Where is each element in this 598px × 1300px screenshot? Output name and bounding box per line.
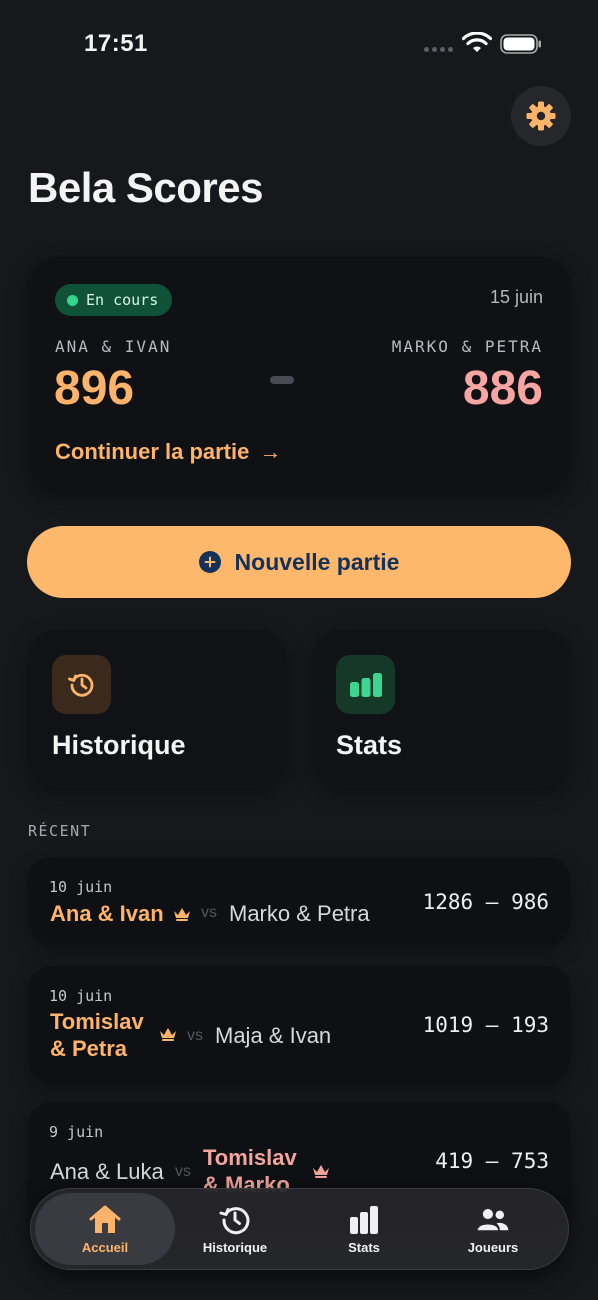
- loser-team: Ana & Luka: [50, 1159, 164, 1184]
- new-game-button[interactable]: Nouvelle partie: [27, 526, 571, 598]
- gear-icon: [526, 101, 556, 131]
- game-score: 1286 — 986: [422, 890, 549, 914]
- tab-history-label: Historique: [202, 1239, 268, 1255]
- tab-players-label: Joueurs: [467, 1239, 519, 1255]
- loser-team: Maja & Ivan: [215, 1023, 332, 1048]
- players-icon: [477, 1208, 509, 1230]
- team-right-score: 886: [462, 362, 543, 415]
- stats-tile-icon-box: [336, 655, 395, 714]
- history-icon: [219, 1206, 250, 1234]
- winner-team-line2: & Petra: [50, 1036, 128, 1061]
- continue-game-label: Continuer la partie: [55, 439, 250, 464]
- tab-stats[interactable]: Stats: [294, 1193, 434, 1265]
- page-title: Bela Scores: [28, 164, 263, 211]
- status-bar: 17:51: [0, 0, 598, 90]
- bar-chart-icon: [349, 672, 382, 697]
- wifi-icon: [462, 32, 492, 52]
- tab-bar: Accueil Historique Stats Joueurs: [30, 1188, 569, 1270]
- winner-team: Tomislav & Petra: [50, 1008, 144, 1062]
- recent-game-row[interactable]: 10 juin Tomislav & Petra vs Maja & Ivan …: [28, 966, 571, 1082]
- game-score: 419 — 753: [435, 1149, 549, 1173]
- home-icon: [89, 1205, 121, 1233]
- cellular-signal-icon: [424, 47, 453, 52]
- status-dot-icon: [67, 294, 78, 306]
- loser-team: Marko & Petra: [229, 901, 370, 926]
- current-game-card[interactable]: En cours 15 juin ANA & IVAN MARKO & PETR…: [28, 257, 571, 491]
- winner-team-line1: Tomislav: [203, 1145, 297, 1170]
- status-badge: En cours: [55, 284, 173, 316]
- history-tile-icon-box: [52, 655, 111, 714]
- team-left-name: ANA & IVAN: [55, 337, 172, 356]
- tab-history[interactable]: Historique: [165, 1193, 305, 1265]
- tab-stats-label: Stats: [348, 1239, 380, 1255]
- recent-section-title: RÉCENT: [28, 822, 92, 840]
- tab-home-label: Accueil: [81, 1239, 129, 1255]
- battery-icon: [500, 34, 541, 54]
- vs-label: vs: [175, 1163, 191, 1180]
- stats-tile-label: Stats: [336, 730, 403, 760]
- stats-icon: [350, 1205, 378, 1234]
- winner-team: Ana & Ivan: [50, 901, 164, 926]
- plus-circle-icon: [198, 551, 221, 573]
- team-right-name: MARKO & PETRA: [391, 337, 543, 356]
- game-date: 10 juin: [49, 878, 113, 896]
- new-game-label: Nouvelle partie: [234, 548, 400, 575]
- tab-home[interactable]: Accueil: [35, 1193, 175, 1265]
- crown-icon: [313, 1165, 329, 1178]
- vs-label: vs: [187, 1027, 203, 1044]
- vs-label: vs: [201, 904, 217, 921]
- continue-game-link[interactable]: Continuer la partie →: [55, 439, 281, 465]
- team-left-score: 896: [54, 362, 135, 415]
- game-score: 1019 — 193: [422, 1013, 549, 1037]
- arrow-right-icon: →: [259, 439, 282, 464]
- settings-button[interactable]: [511, 86, 571, 146]
- current-game-date: 15 juin: [489, 287, 543, 307]
- history-tile-label: Historique: [52, 730, 186, 760]
- winner-team-line1: Tomislav: [50, 1009, 144, 1034]
- status-time: 17:51: [84, 30, 148, 57]
- crown-icon: [160, 1028, 176, 1041]
- recent-game-row[interactable]: 10 juin Ana & Ivan vs Marko & Petra 1286…: [28, 857, 571, 944]
- stats-tile[interactable]: Stats: [312, 630, 571, 788]
- score-separator: [270, 376, 294, 384]
- game-date: 10 juin: [49, 987, 113, 1005]
- history-icon: [67, 673, 93, 697]
- crown-icon: [174, 908, 190, 921]
- status-badge-label: En cours: [86, 291, 159, 309]
- history-tile[interactable]: Historique: [28, 630, 287, 788]
- game-date: 9 juin: [49, 1123, 104, 1141]
- tab-players[interactable]: Joueurs: [423, 1193, 563, 1265]
